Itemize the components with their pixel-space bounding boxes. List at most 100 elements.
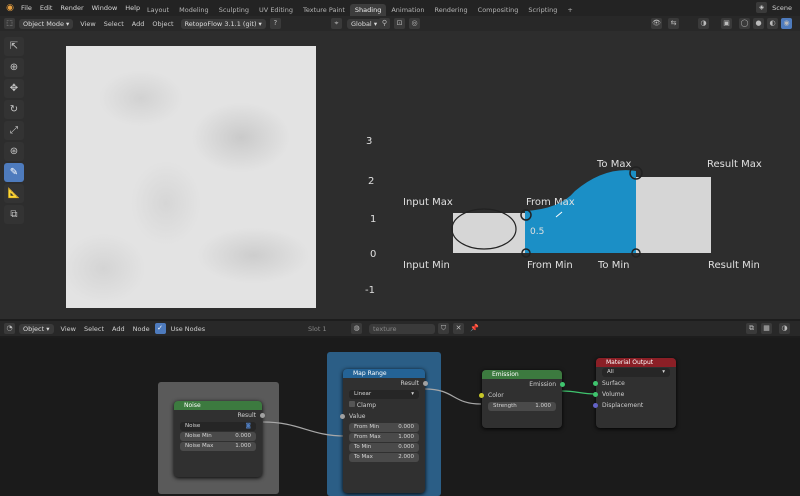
snap-target-icon[interactable]: ⊡ xyxy=(394,18,405,29)
map-range-result-label: Result xyxy=(400,380,419,387)
from-max-field[interactable]: From Max 1.000 xyxy=(349,433,419,442)
shading-rendered-icon[interactable]: ◉ xyxy=(781,18,792,29)
node-editor-type-icon[interactable]: ◔ xyxy=(4,323,15,334)
help-icon[interactable]: ? xyxy=(269,18,281,29)
map-range-result-socket[interactable] xyxy=(423,381,428,386)
shading-solid-icon[interactable]: ● xyxy=(753,18,764,29)
retopoflow-button[interactable]: RetopoFlow 3.1.1 (git) ▾ xyxy=(180,18,266,29)
transform-orientation-dropdown[interactable]: Global ▾ xyxy=(347,18,382,29)
volume-socket[interactable] xyxy=(593,392,598,397)
tab-texture-paint[interactable]: Texture Paint xyxy=(298,4,350,16)
clamp-checkbox[interactable] xyxy=(349,401,355,407)
proportional-edit-icon[interactable]: ◎ xyxy=(409,18,420,29)
surface-row: Surface xyxy=(593,378,676,389)
shader-type-dropdown[interactable]: Object ▾ xyxy=(19,323,54,334)
tab-modeling[interactable]: Modeling xyxy=(174,4,214,16)
pin-icon[interactable]: 📌 xyxy=(469,323,480,334)
add-workspace-button[interactable]: + xyxy=(562,4,577,16)
map-range-result-row: Result xyxy=(343,378,428,389)
value-input-socket[interactable] xyxy=(340,414,345,419)
tab-layout[interactable]: Layout xyxy=(142,4,174,16)
snap-node-icon[interactable]: ⧉ xyxy=(746,323,757,334)
blender-logo-icon[interactable]: ◉ xyxy=(3,1,17,15)
node-editor-header: ◔ Object ▾ View Select Add Node ✓ Use No… xyxy=(0,321,800,336)
node-menu-node[interactable]: Node xyxy=(129,325,154,333)
tab-scripting[interactable]: Scripting xyxy=(523,4,562,16)
fake-user-icon[interactable]: ⛉ xyxy=(438,323,449,334)
map-range-node[interactable]: Map Range Result Linear ▾ Clamp Value Fro… xyxy=(340,369,428,493)
target-dropdown[interactable]: All ▾ xyxy=(602,368,670,377)
tab-sculpting[interactable]: Sculpting xyxy=(214,4,254,16)
node-menu-select[interactable]: Select xyxy=(80,325,108,333)
interpolation-chevron-icon: ▾ xyxy=(411,391,414,397)
emission-node[interactable]: Emission Emission Color Strength 1.000 xyxy=(479,370,565,428)
clamp-row[interactable]: Clamp xyxy=(343,400,425,411)
scene-selector[interactable]: ◈ Scene xyxy=(755,2,792,13)
label-result-min: Result Min xyxy=(708,260,760,271)
snap-icon[interactable]: ⚲ xyxy=(379,18,390,29)
tab-compositing[interactable]: Compositing xyxy=(473,4,524,16)
axis-num-3: 3 xyxy=(366,136,373,147)
interpolation-dropdown[interactable]: Linear ▾ xyxy=(349,390,419,399)
visibility-icon[interactable]: 👁 xyxy=(651,18,662,29)
shading-material-icon[interactable]: ◐ xyxy=(767,18,778,29)
noise-node-header[interactable]: Noise xyxy=(174,401,262,410)
noise-node[interactable]: Noise Result Noise ◙ Noise Min 0.000 Noise… xyxy=(174,401,265,477)
target-chevron-icon: ▾ xyxy=(662,369,665,375)
from-min-label: From Min xyxy=(354,424,380,430)
use-nodes-checkbox[interactable]: ✓ xyxy=(154,323,166,334)
annotation-drawing xyxy=(451,166,711,258)
menu-file[interactable]: File xyxy=(17,4,36,12)
viewport-header: ⬚ Object Mode ▾ View Select Add Object R… xyxy=(0,16,800,31)
node-menu-add[interactable]: Add xyxy=(108,325,129,333)
displacement-socket[interactable] xyxy=(593,403,598,408)
emission-strength-field[interactable]: Strength 1.000 xyxy=(488,402,556,411)
noise-max-field[interactable]: Noise Max 1.000 xyxy=(180,442,256,451)
viewport-menu-select[interactable]: Select xyxy=(100,20,128,28)
node-editor[interactable]: Noise Result Noise ◙ Noise Min 0.000 Noise… xyxy=(0,338,800,496)
editor-type-icon[interactable]: ⬚ xyxy=(4,18,15,29)
emission-node-header[interactable]: Emission xyxy=(482,370,562,379)
tab-animation[interactable]: Animation xyxy=(386,4,429,16)
surface-socket[interactable] xyxy=(593,381,598,386)
close-material-icon[interactable]: ✕ xyxy=(453,323,464,334)
shading-wireframe-icon[interactable]: ◯ xyxy=(739,18,750,29)
emission-output-socket[interactable] xyxy=(560,382,565,387)
menu-render[interactable]: Render xyxy=(56,4,87,12)
menu-edit[interactable]: Edit xyxy=(36,4,57,12)
node-overlay-icon[interactable]: ◑ xyxy=(779,323,790,334)
overlay-icon[interactable]: ◑ xyxy=(698,18,709,29)
tab-shading[interactable]: Shading xyxy=(349,4,387,16)
noise-min-field[interactable]: Noise Min 0.000 xyxy=(180,432,256,441)
gizmo-icon[interactable]: ⇆ xyxy=(668,18,679,29)
viewport-menu-view[interactable]: View xyxy=(76,20,99,28)
node-snap-target-icon[interactable]: ▦ xyxy=(761,323,772,334)
mode-dropdown[interactable]: Object Mode ▾ xyxy=(19,18,74,29)
node-menu-view[interactable]: View xyxy=(57,325,80,333)
material-output-node[interactable]: Material Output All ▾ Surface Volume Disp… xyxy=(593,358,676,428)
map-range-node-header[interactable]: Map Range xyxy=(343,369,425,378)
value-input-label: Value xyxy=(349,413,366,420)
to-min-label: To Min xyxy=(354,444,372,450)
displacement-label: Displacement xyxy=(602,402,644,409)
menu-help[interactable]: Help xyxy=(121,4,144,12)
tab-uv-editing[interactable]: UV Editing xyxy=(254,4,298,16)
emission-color-socket[interactable] xyxy=(479,393,484,398)
noise-result-socket[interactable] xyxy=(260,413,265,418)
menu-window[interactable]: Window xyxy=(88,4,122,12)
slot-dropdown[interactable]: Slot 1 xyxy=(304,325,331,333)
3d-viewport[interactable]: ⇱ ⊕ ✥ ↻ ⤢ ⊛ ✎ 📐 ⧉ 3 2 1 0 -1 0.5 Input M… xyxy=(0,31,800,319)
scene-name: Scene xyxy=(772,3,792,12)
viewport-menu-object[interactable]: Object xyxy=(148,20,177,28)
to-max-field[interactable]: To Max 2.000 xyxy=(349,453,419,462)
xray-icon[interactable]: ▣ xyxy=(721,18,732,29)
to-min-field[interactable]: To Min 0.000 xyxy=(349,443,419,452)
material-name-field[interactable]: texture xyxy=(369,323,435,334)
viewport-menu-add[interactable]: Add xyxy=(128,20,149,28)
noise-type-field[interactable]: Noise ◙ xyxy=(180,422,256,431)
material-preview-icon[interactable]: ◍ xyxy=(351,323,362,334)
material-output-node-header[interactable]: Material Output xyxy=(596,358,676,367)
from-min-field[interactable]: From Min 0.000 xyxy=(349,423,419,432)
tab-rendering[interactable]: Rendering xyxy=(429,4,472,16)
axis-num-2: 2 xyxy=(368,176,375,187)
